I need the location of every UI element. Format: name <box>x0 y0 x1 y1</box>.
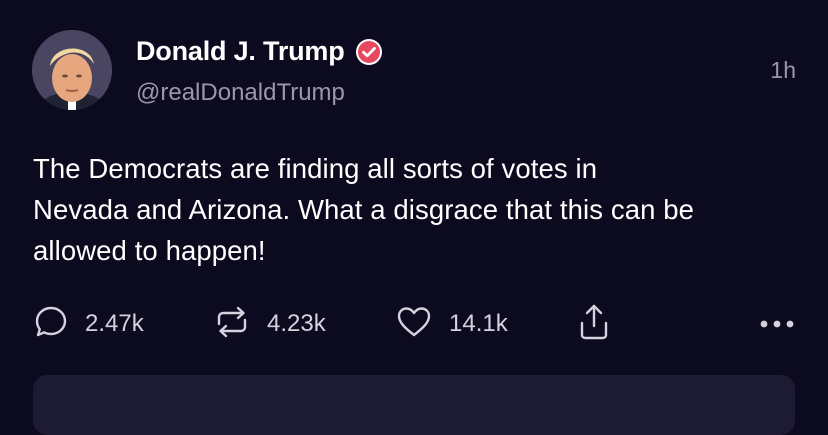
post-timestamp[interactable]: 1h <box>770 57 796 84</box>
more-options-button[interactable] <box>758 310 798 343</box>
post-card: Donald J. Trump @realDonaldTrump 1h The … <box>0 0 828 435</box>
ellipsis-icon <box>758 320 798 342</box>
author-name-row[interactable]: Donald J. Trump <box>136 36 384 67</box>
reply-count: 2.47k <box>85 310 144 337</box>
action-bar: 2.47k 4.23k 14.1k <box>0 302 828 346</box>
heart-icon <box>395 304 433 345</box>
avatar-photo <box>32 30 112 110</box>
post-text-line: The Democrats are finding all sorts of v… <box>33 153 598 184</box>
share-button[interactable] <box>576 302 612 346</box>
author-handle[interactable]: @realDonaldTrump <box>136 79 345 107</box>
next-post-card[interactable] <box>33 375 795 435</box>
avatar[interactable] <box>32 30 112 110</box>
repost-arrows-icon <box>213 304 251 345</box>
repost-count: 4.23k <box>267 310 326 337</box>
verified-badge-icon <box>354 37 384 67</box>
post-text-line: allowed to happen! <box>33 235 266 266</box>
post-text: The Democrats are finding all sorts of v… <box>33 148 808 271</box>
like-button[interactable]: 14.1k <box>395 302 508 346</box>
speech-bubble-icon <box>33 304 69 345</box>
share-icon <box>576 302 612 347</box>
repost-button[interactable]: 4.23k <box>213 302 326 346</box>
post-text-line: Nevada and Arizona. What a disgrace that… <box>33 194 695 225</box>
like-count: 14.1k <box>449 310 508 337</box>
author-display-name: Donald J. Trump <box>136 36 345 66</box>
reply-button[interactable]: 2.47k <box>33 302 144 346</box>
